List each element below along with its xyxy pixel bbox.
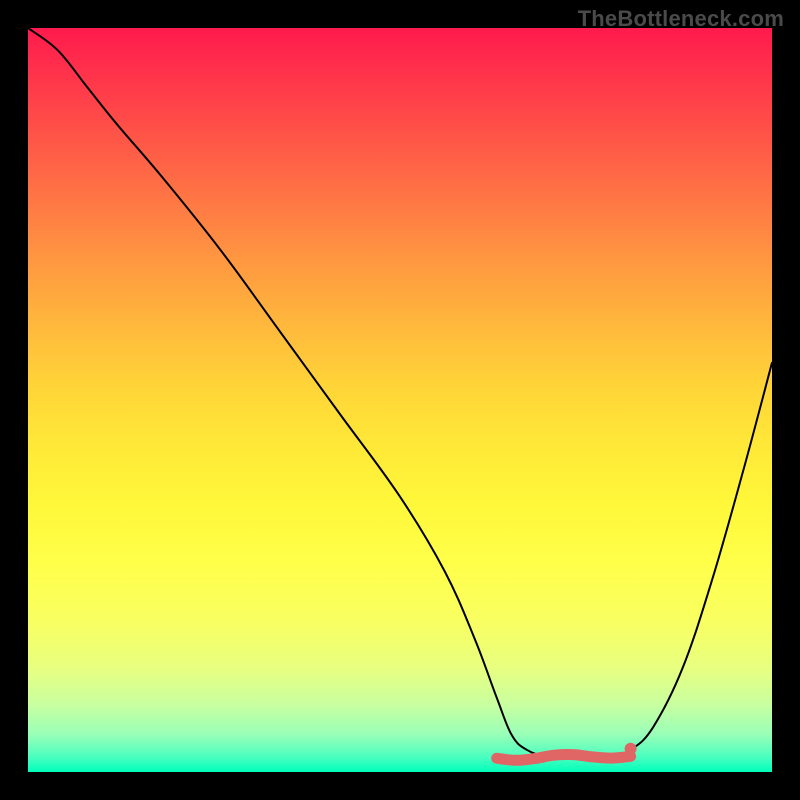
minimum-marker-dot [625, 743, 637, 755]
curve-svg [28, 28, 772, 772]
plot-area [28, 28, 772, 772]
chart-container: TheBottleneck.com [0, 0, 800, 800]
bottleneck-curve [28, 28, 772, 758]
minimum-marker-band [497, 754, 631, 760]
watermark-text: TheBottleneck.com [578, 6, 784, 32]
